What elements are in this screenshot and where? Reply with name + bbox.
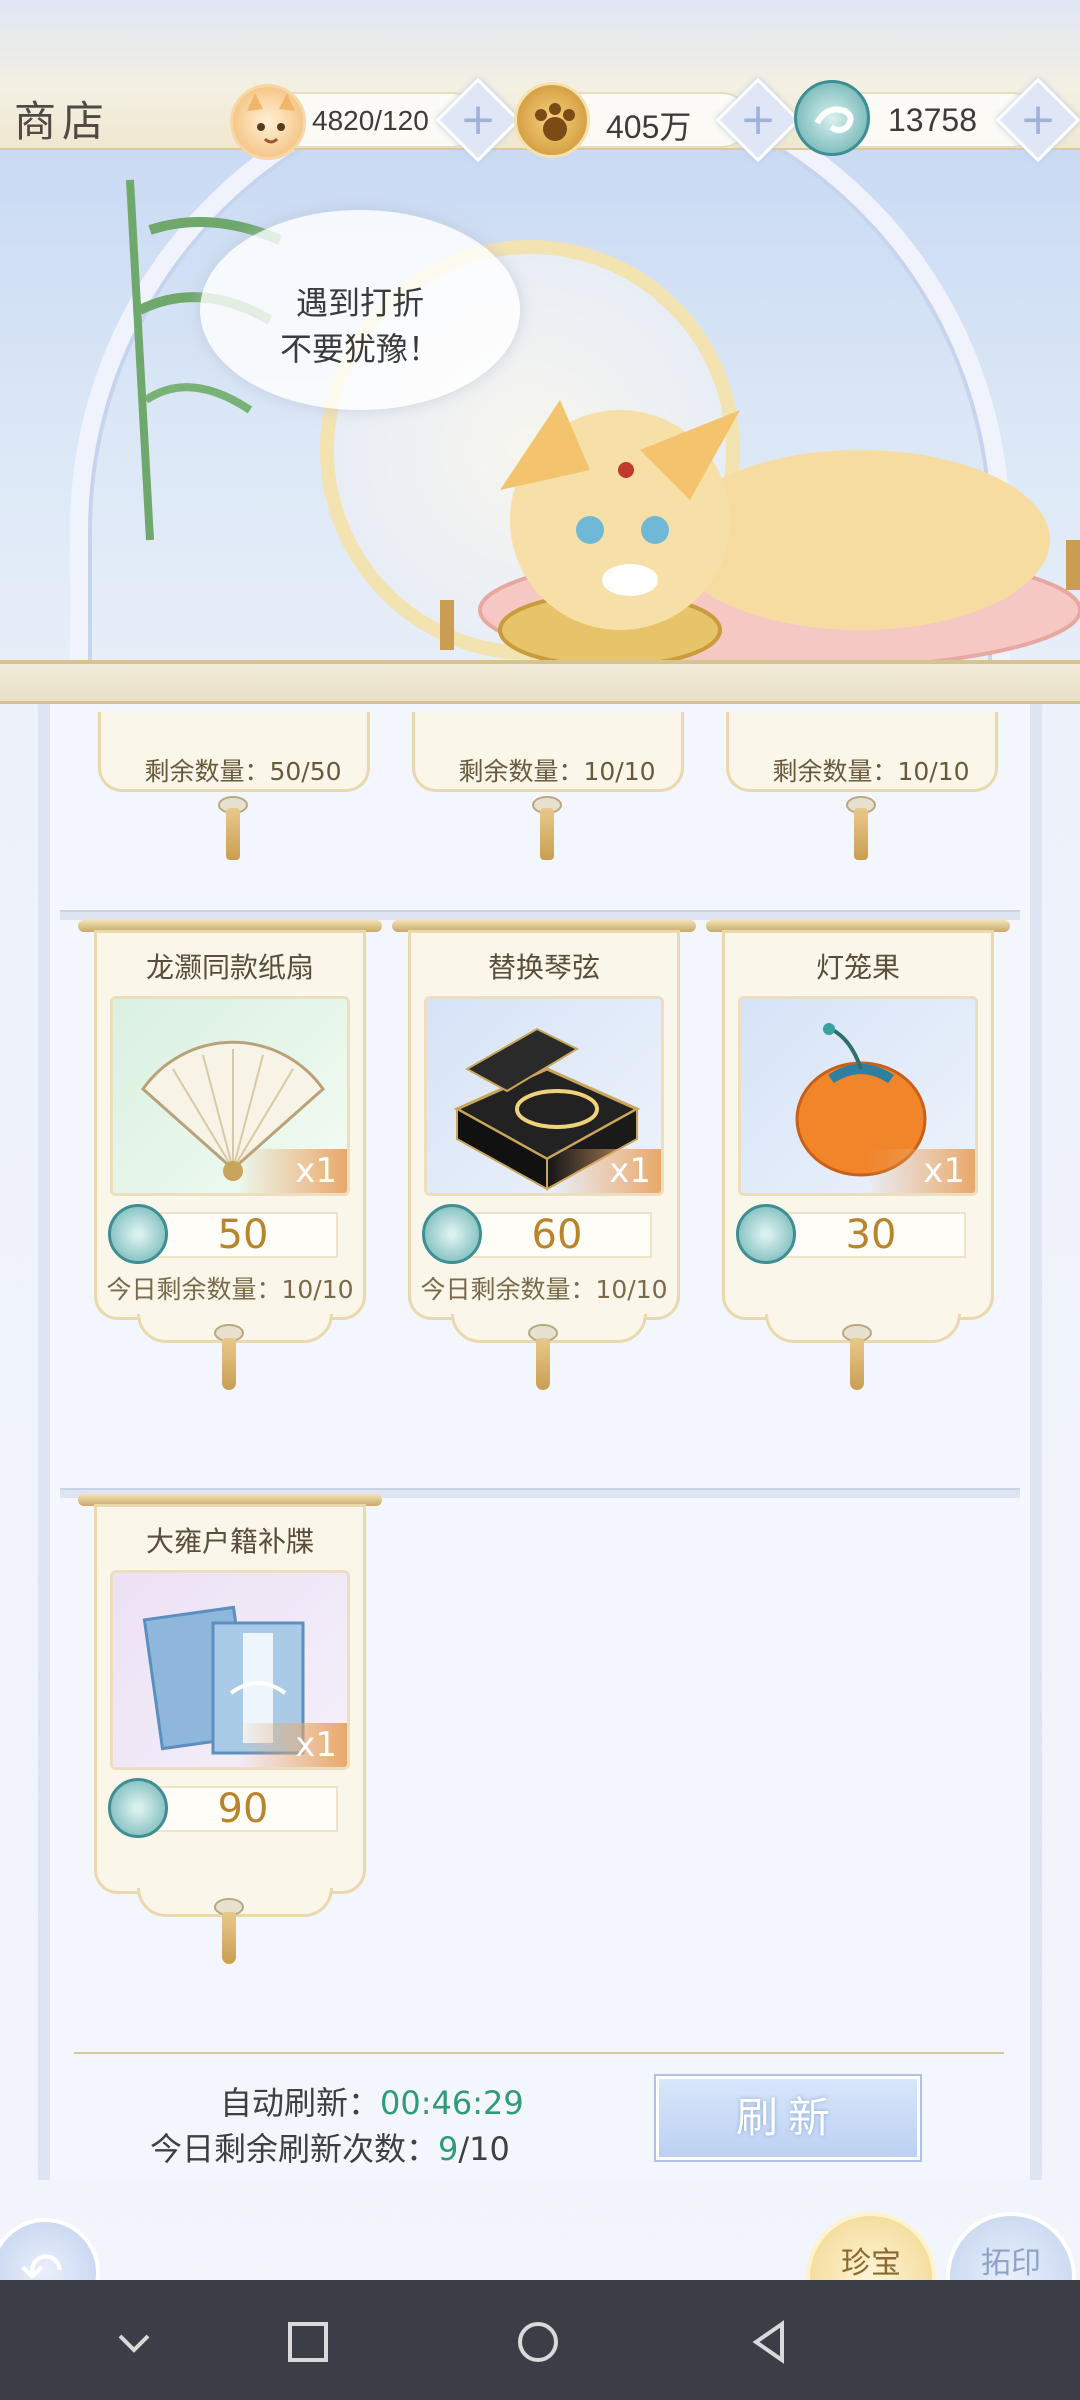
recents-square-icon[interactable] [286,2320,330,2364]
shelf-top-beam [0,660,1080,704]
refresh-count-label: 今日剩余刷新次数：9/10 [150,2124,510,2170]
jade-value: 13758 [888,102,977,138]
refresh-count-text: 今日剩余刷新次数： [150,2130,439,2168]
shop-item-card[interactable]: 灯笼果 x1 30 [706,920,1010,1390]
item-name: 龙灏同款纸扇 [145,951,314,984]
item-quantity: x1 [237,1723,347,1767]
item-name: 大雍户籍补牒 [145,1525,314,1558]
add-jade-button[interactable]: + [995,77,1080,163]
shop-item-card[interactable]: 龙灏同款纸扇 x1 50 今日剩余数量：10/10 [78,920,382,1390]
stamina-value: 4820/120 [312,105,429,136]
refresh-count-used: 9 [438,2130,459,2168]
jade-coin-icon [794,80,870,156]
refresh-count-total: /10 [458,2130,510,2168]
speech-line-1: 遇到打折 [295,284,424,322]
auto-refresh-text: 自动刷新： [220,2084,381,2122]
item-remaining: 今日剩余数量：10/10 [420,1275,668,1304]
item-quantity: x1 [237,1149,347,1193]
card-tassel [222,1338,236,1390]
string-box-icon: x1 [424,996,664,1196]
page-title: 商店 [14,97,111,146]
refresh-button[interactable]: 刷新 [656,2076,920,2160]
card-tassel [540,808,554,860]
shelf-divider [60,910,1020,920]
item-price: 90 [217,1786,269,1832]
list-item[interactable]: 剩余数量：10/10 [406,712,690,862]
paper-fan-icon: x1 [110,996,350,1196]
card-tassel [222,1912,236,1964]
card-tassel [226,808,240,860]
item-name: 替换琴弦 [487,951,600,984]
speech-line-2: 不要犹豫！ [279,330,440,368]
shop-item-card[interactable]: 大雍户籍补牒 x1 90 [78,1494,382,1964]
add-gold-button[interactable]: + [715,77,801,163]
gold-value: 405万 [606,109,692,145]
chevron-down-icon[interactable] [112,2320,156,2364]
stamp-label-1: 拓印 [981,2246,1041,2281]
add-stamina-button[interactable]: + [435,77,521,163]
item-price: 50 [217,1212,269,1258]
card-tassel [850,1338,864,1390]
paw-coin-icon [514,82,590,158]
card-tassel [536,1338,550,1390]
footer-divider [74,2052,1004,2054]
shop-banner: 遇到打折 不要犹豫！ [0,150,1080,670]
item-remaining: 剩余数量：10/10 [772,757,970,786]
item-remaining: 剩余数量：50/50 [144,757,342,786]
refresh-timer: 00:46:29 [380,2084,524,2122]
top-bar: 商店 4820/120 + 405万 + 13758 + [0,0,1080,163]
household-register-icon: x1 [110,1570,350,1770]
back-triangle-icon[interactable] [748,2320,792,2364]
list-item[interactable]: 剩余数量：50/50 [92,712,376,862]
item-remaining: 今日剩余数量：10/10 [106,1275,354,1304]
home-circle-icon[interactable] [516,2320,560,2364]
treasure-label-1: 珍宝 [841,2246,901,2281]
list-item[interactable]: 剩余数量：10/10 [720,712,1004,862]
item-quantity: x1 [551,1149,661,1193]
lantern-fruit-icon: x1 [738,996,978,1196]
item-name: 灯笼果 [815,951,900,984]
item-quantity: x1 [865,1149,975,1193]
item-price: 30 [845,1212,897,1258]
auto-refresh-label: 自动刷新：00:46:29 [220,2078,524,2124]
item-remaining: 剩余数量：10/10 [458,757,656,786]
shop-item-card[interactable]: 替换琴弦 x1 60 今日剩余数量：10/10 [392,920,696,1390]
cat-face-icon [230,84,306,160]
shopkeeper-cat-icon [440,400,1080,670]
item-price: 60 [531,1212,583,1258]
card-tassel [854,808,868,860]
system-nav-bar [0,2280,1080,2400]
speech-bubble-text: 遇到打折 不要犹豫！ [240,280,480,372]
